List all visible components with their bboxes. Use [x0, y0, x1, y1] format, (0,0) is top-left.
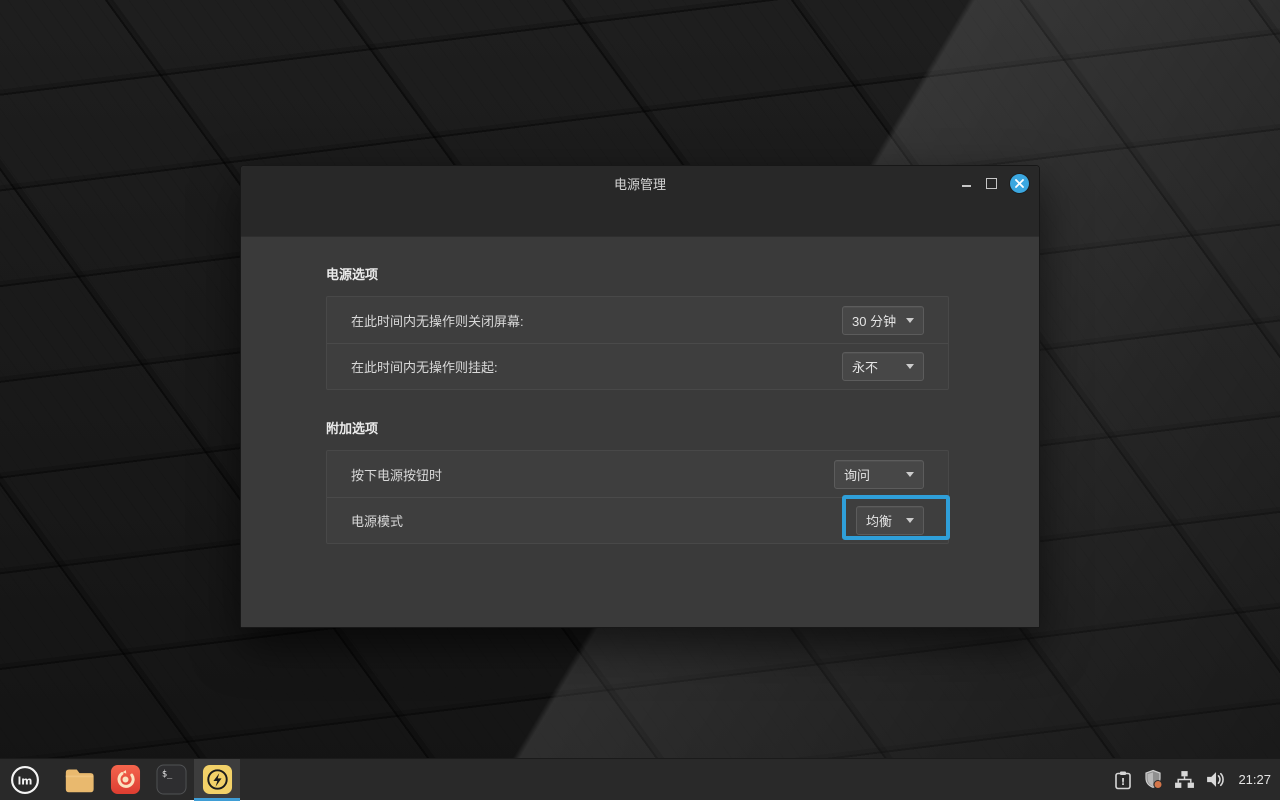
power-manager-icon [202, 764, 233, 795]
launcher-file-manager[interactable] [56, 759, 102, 801]
tray-notes-button[interactable]: ! [1112, 769, 1133, 790]
svg-text:lm: lm [18, 774, 33, 787]
clock[interactable]: 21:27 [1238, 772, 1271, 787]
power-button-action-label: 按下电源按钮时 [351, 465, 442, 484]
close-button[interactable] [1010, 174, 1029, 193]
launcher-firefox[interactable] [102, 759, 148, 801]
additional-options-group: 按下电源按钮时 询问 电源模式 均衡 [326, 450, 949, 544]
power-button-action-value: 询问 [844, 465, 870, 484]
power-mode-value: 均衡 [866, 511, 892, 530]
terminal-icon: $_ [156, 764, 187, 795]
firefox-icon [110, 764, 141, 795]
chevron-down-icon [906, 518, 914, 523]
row-suspend-timeout: 在此时间内无操作则挂起: 永不 [327, 343, 948, 389]
power-options-group: 在此时间内无操作则关闭屏幕: 30 分钟 在此时间内无操作则挂起: 永不 [326, 296, 949, 390]
chevron-down-icon [906, 364, 914, 369]
mint-logo-icon: lm [9, 764, 41, 796]
svg-text:!: ! [1121, 777, 1126, 788]
tray-network-button[interactable] [1174, 769, 1195, 790]
shield-update-icon [1143, 769, 1164, 790]
power-button-action-dropdown[interactable]: 询问 [834, 460, 924, 489]
row-power-button-action: 按下电源按钮时 询问 [327, 451, 948, 497]
power-management-window: 电源管理 电源选项 在此时间内无操作则关闭屏幕: 30 分钟 [240, 165, 1040, 628]
maximize-button[interactable] [986, 178, 997, 189]
desktop-wallpaper: 电源管理 电源选项 在此时间内无操作则关闭屏幕: 30 分钟 [0, 0, 1280, 800]
close-icon [1015, 179, 1024, 188]
clipboard-alert-icon: ! [1113, 770, 1133, 790]
power-mode-dropdown[interactable]: 均衡 [856, 506, 924, 535]
section-additional-options-label: 附加选项 [326, 418, 949, 437]
titlebar[interactable]: 电源管理 [241, 166, 1039, 237]
suspend-timeout-dropdown[interactable]: 永不 [842, 352, 924, 381]
launcher-terminal[interactable]: $_ [148, 759, 194, 801]
screen-off-timeout-label: 在此时间内无操作则关闭屏幕: [351, 311, 524, 330]
chevron-down-icon [906, 318, 914, 323]
minimize-button[interactable] [961, 176, 973, 190]
network-wired-icon [1174, 769, 1195, 790]
row-screen-off-timeout: 在此时间内无操作则关闭屏幕: 30 分钟 [327, 297, 948, 343]
speaker-icon [1205, 769, 1226, 790]
window-title: 电源管理 [241, 174, 1039, 193]
mint-menu-button[interactable]: lm [0, 759, 50, 801]
screen-off-timeout-value: 30 分钟 [852, 311, 896, 330]
power-mode-label: 电源模式 [351, 511, 403, 530]
suspend-timeout-label: 在此时间内无操作则挂起: [351, 357, 498, 376]
tray-volume-button[interactable] [1205, 769, 1226, 790]
taskbar-panel: lm [0, 758, 1280, 800]
row-power-mode: 电源模式 均衡 [327, 497, 948, 543]
svg-text:$_: $_ [161, 770, 172, 780]
folder-icon [64, 767, 95, 793]
taskbar-power-manager-active[interactable] [194, 759, 240, 801]
section-power-options-label: 电源选项 [326, 264, 949, 283]
suspend-timeout-value: 永不 [852, 357, 878, 376]
system-tray: ! [1112, 769, 1280, 790]
chevron-down-icon [906, 472, 914, 477]
tray-update-manager-button[interactable] [1143, 769, 1164, 790]
window-content: 电源选项 在此时间内无操作则关闭屏幕: 30 分钟 在此时间内无操作则挂起: 永… [241, 238, 1039, 627]
screen-off-timeout-dropdown[interactable]: 30 分钟 [842, 306, 924, 335]
window-controls [961, 173, 1029, 193]
